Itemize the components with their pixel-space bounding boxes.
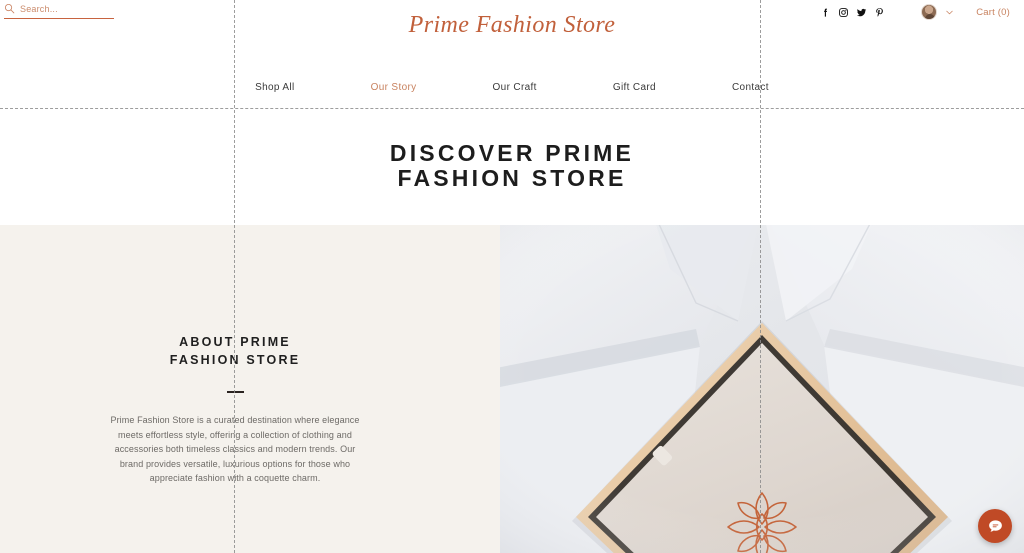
chat-button[interactable] [978, 509, 1012, 543]
about-heading-line-1: ABOUT PRIME [179, 335, 291, 349]
site-header: Prime Fashion Store [0, 0, 1024, 108]
about-section: ABOUT PRIME FASHION STORE Prime Fashion … [0, 225, 1024, 553]
main-nav: Shop All Our Story Our Craft Gift Card C… [0, 82, 1024, 93]
pinterest-icon[interactable] [874, 7, 885, 18]
page-root: Prime Fashion Store [0, 0, 1024, 553]
nav-item-our-craft[interactable]: Our Craft [455, 82, 575, 93]
page-title: DISCOVER PRIME FASHION STORE [0, 141, 1024, 191]
facebook-icon[interactable] [820, 7, 831, 18]
twitter-icon[interactable] [856, 7, 867, 18]
chevron-down-icon[interactable] [945, 8, 954, 17]
hero-section: DISCOVER PRIME FASHION STORE [0, 108, 1024, 225]
about-heading-line-2: FASHION STORE [169, 353, 301, 367]
header-utilities: Cart (0) [820, 4, 1010, 20]
nav-item-contact[interactable]: Contact [694, 82, 807, 93]
nav-item-shop-all[interactable]: Shop All [217, 82, 333, 93]
page-title-line-2: FASHION STORE [397, 165, 627, 191]
chat-bubble-icon [988, 519, 1002, 532]
page-title-line-1: DISCOVER PRIME [389, 140, 635, 166]
nav-item-gift-card[interactable]: Gift Card [575, 82, 694, 93]
about-divider [226, 391, 244, 393]
cart-link[interactable]: Cart (0) [976, 7, 1010, 18]
about-image [500, 225, 1024, 553]
about-content: ABOUT PRIME FASHION STORE Prime Fashion … [110, 333, 360, 486]
about-body-text: Prime Fashion Store is a curated destina… [110, 415, 360, 484]
gift-box-photo [500, 225, 1024, 553]
social-links [820, 7, 885, 18]
about-heading: ABOUT PRIME FASHION STORE [110, 333, 360, 369]
nav-item-our-story[interactable]: Our Story [333, 82, 455, 93]
instagram-icon[interactable] [838, 7, 849, 18]
avatar[interactable] [921, 4, 938, 20]
about-text-pane: ABOUT PRIME FASHION STORE Prime Fashion … [0, 225, 500, 553]
